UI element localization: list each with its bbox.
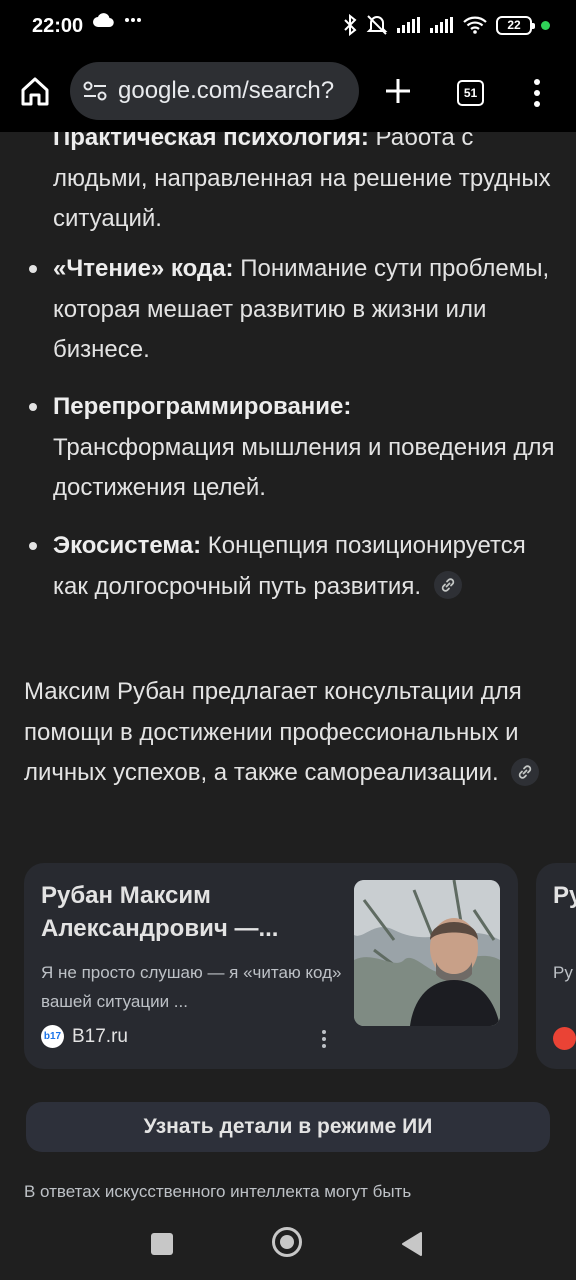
bullet-text-continuation: людьми, направленная на решение трудных … bbox=[53, 164, 551, 233]
mute-icon bbox=[366, 15, 388, 35]
source-card[interactable]: Рубан Максим Александрович —... Я не про… bbox=[24, 863, 518, 1069]
ai-mode-button[interactable]: Узнать детали в режиме ИИ bbox=[26, 1102, 550, 1152]
ai-disclaimer: В ответах искусственного интеллекта могу… bbox=[24, 1182, 412, 1201]
bullet-bold: «Чтение» кода: bbox=[53, 255, 234, 282]
card-title: Ру Пр bbox=[553, 882, 576, 909]
site-settings-icon[interactable] bbox=[82, 80, 108, 102]
link-icon bbox=[441, 578, 454, 592]
link-icon bbox=[519, 764, 532, 779]
bullet-text: Работа с bbox=[368, 132, 474, 151]
clock: 22:00 bbox=[32, 15, 84, 37]
browser-toolbar: google.com/search? 51 bbox=[0, 54, 576, 132]
system-nav-bar bbox=[0, 1207, 576, 1280]
card-snippet: Ру пс bbox=[553, 963, 576, 982]
home-icon[interactable] bbox=[18, 74, 52, 108]
card-thumbnail bbox=[354, 880, 500, 1026]
list-item: Перепрограммирование: Трансформация мышл… bbox=[29, 387, 563, 509]
list-item: Экосистема: Концепция позиционируется ка… bbox=[29, 526, 563, 607]
back-icon[interactable] bbox=[401, 1231, 423, 1257]
wifi-icon bbox=[463, 16, 487, 34]
signal-icon bbox=[430, 17, 453, 33]
source-name: B17.ru bbox=[72, 1025, 128, 1047]
cloud-icon bbox=[93, 13, 114, 28]
privacy-indicator-dot bbox=[541, 20, 550, 30]
site-favicon: b17 bbox=[41, 1025, 64, 1048]
card-snippet: Я не просто слушаю — я «читаю код» вашей… bbox=[41, 963, 342, 1011]
new-tab-icon[interactable] bbox=[381, 74, 415, 108]
bullet-bold: Перепрограммирование: bbox=[53, 393, 352, 420]
bullet-dot bbox=[29, 542, 37, 550]
source-card[interactable]: Ру Пр Ру пс bbox=[536, 863, 576, 1069]
bullet-bold: Экосистема: bbox=[53, 532, 202, 559]
more-dots-icon bbox=[125, 18, 141, 22]
battery-icon: 22 bbox=[496, 15, 535, 35]
card-more-icon[interactable] bbox=[320, 1029, 328, 1049]
summary-paragraph: Максим Рубан предлагает консультации для… bbox=[24, 672, 554, 794]
bullet-dot bbox=[29, 403, 37, 411]
bluetooth-icon bbox=[344, 14, 357, 36]
home-button[interactable] bbox=[272, 1227, 302, 1257]
bullet-dot bbox=[29, 265, 37, 273]
recents-button[interactable] bbox=[151, 1233, 173, 1255]
source-link-chip[interactable] bbox=[433, 571, 462, 600]
summary-text: Максим Рубан предлагает консультации для… bbox=[24, 678, 522, 786]
ai-overview-content: Практическая психология: Работа с людьми… bbox=[0, 132, 576, 1207]
list-item: Практическая психология: Работа с людьми… bbox=[53, 132, 563, 240]
battery-level: 22 bbox=[507, 18, 521, 32]
site-favicon bbox=[553, 1027, 576, 1050]
tab-count: 51 bbox=[463, 86, 478, 100]
more-menu-icon[interactable] bbox=[531, 76, 543, 110]
card-source: b17 B17.ru bbox=[41, 1025, 128, 1048]
status-bar: 22:00 22 bbox=[0, 0, 576, 54]
url-text: google.com/search? bbox=[118, 77, 335, 104]
list-item: «Чтение» кода: Понимание сути проблемы, … bbox=[29, 249, 563, 371]
bullet-text: Трансформация мышления и поведения для д… bbox=[53, 433, 555, 502]
source-link-chip[interactable] bbox=[511, 757, 540, 786]
signal-icon bbox=[397, 17, 420, 33]
bullet-bold: Практическая психология: bbox=[53, 132, 369, 151]
tab-switcher-button[interactable]: 51 bbox=[457, 80, 484, 106]
address-bar[interactable]: google.com/search? bbox=[70, 62, 359, 120]
card-title: Рубан Максим Александрович —... bbox=[41, 882, 279, 942]
